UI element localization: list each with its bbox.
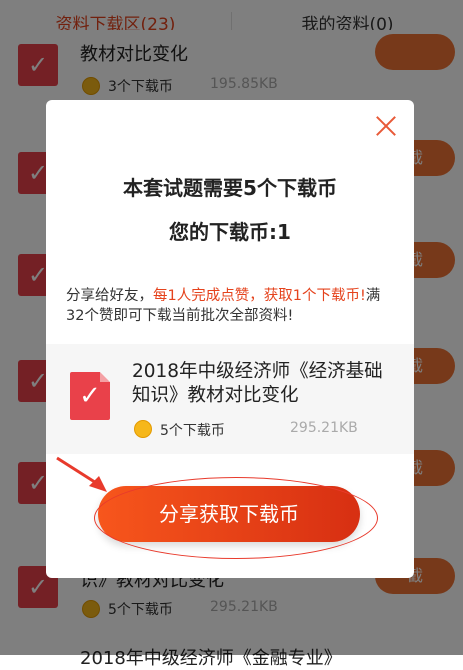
- pointer-arrow-icon: [56, 456, 107, 492]
- pdf-icon: ✓: [70, 372, 110, 420]
- highlight-ellipse: [94, 477, 378, 559]
- card-size: 295.21KB: [290, 420, 358, 436]
- coin-icon: [134, 420, 152, 438]
- card-price: 5个下载币: [160, 423, 225, 439]
- desc-highlight: 每1人完成点赞，获取1个下载币!: [153, 288, 366, 304]
- card-title: 2018年中级经济师《经济基础知识》教材对比变化: [132, 361, 383, 406]
- modal-title: 本套试题需要5个下载币: [123, 176, 337, 200]
- close-icon[interactable]: [372, 112, 400, 140]
- modal-description: 分享给好友，每1人完成点赞，获取1个下载币!满32个赞即可下载当前批次全部资料!: [66, 286, 396, 326]
- desc-prefix: 分享给好友，: [66, 288, 153, 304]
- material-card: ✓ 2018年中级经济师《经济基础知识》教材对比变化 5个下载币 295.21K…: [46, 344, 414, 454]
- modal-balance: 您的下载币:1: [169, 220, 291, 244]
